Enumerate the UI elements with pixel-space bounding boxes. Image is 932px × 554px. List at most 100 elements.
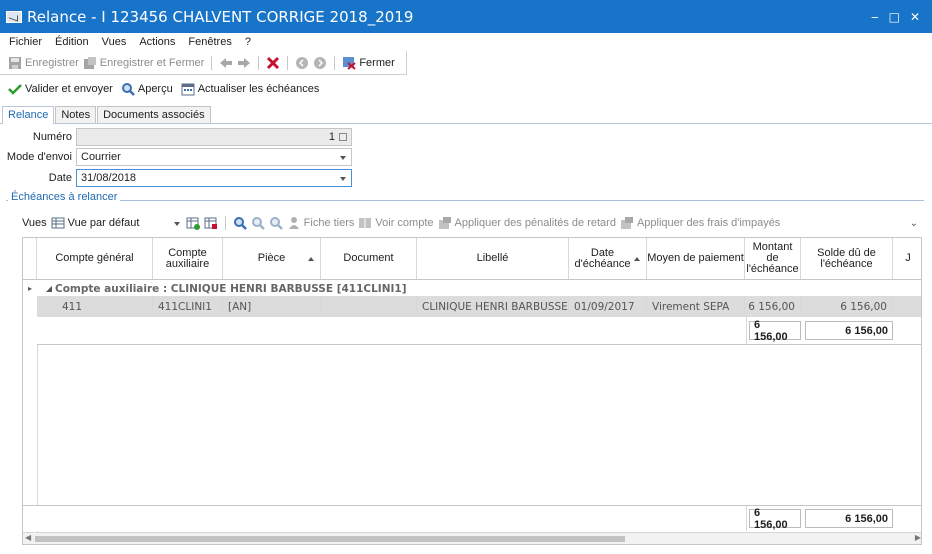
col-document[interactable]: Document xyxy=(321,238,417,279)
ledger-icon xyxy=(359,218,372,228)
validate-send-button[interactable]: Valider et envoyer xyxy=(8,82,113,96)
menu-fenetres[interactable]: Fenêtres xyxy=(188,36,231,48)
numero-label: Numéro xyxy=(32,131,72,143)
collapse-icon[interactable]: ◢ xyxy=(43,284,55,293)
date-label: Date xyxy=(48,172,72,184)
add-view-icon[interactable] xyxy=(186,216,200,230)
cell-compte: 411 xyxy=(37,296,153,317)
col-j[interactable]: J xyxy=(893,238,921,279)
maximize-button[interactable]: □ xyxy=(889,10,900,24)
date-row: Date 31/08/2018 xyxy=(0,168,352,188)
table-row[interactable]: 411 411CLINI1 [AN] CLINIQUE HENRI BARBUS… xyxy=(37,296,921,317)
cell-libelle: CLINIQUE HENRI BARBUSSE xyxy=(417,296,569,317)
calendar-icon xyxy=(181,83,195,96)
subtotal-montant: 6 156,00 xyxy=(749,319,801,343)
sort-ascending-icon xyxy=(308,257,314,261)
row-indicator-header xyxy=(23,238,37,279)
preview-button[interactable]: Aperçu xyxy=(121,82,173,96)
fiche-tiers-button[interactable]: Fiche tiers xyxy=(287,216,354,230)
tab-notes[interactable]: Notes xyxy=(55,106,97,123)
window-titlebar: Relance - I 123456 CHALVENT CORRIGE 2018… xyxy=(0,0,932,33)
grid-toolbar: Vues Vue par défaut Fiche tiers Voir com… xyxy=(22,213,932,233)
menu-vues[interactable]: Vues xyxy=(102,36,127,48)
horizontal-scrollbar[interactable]: ◀ ▶ xyxy=(23,532,921,544)
tab-bar: Relance Notes Documents associés xyxy=(0,106,932,124)
date-picker[interactable]: 31/08/2018 xyxy=(76,169,352,187)
col-date-echeance[interactable]: Date d'échéance xyxy=(569,238,647,279)
scrollbar-thumb[interactable] xyxy=(35,536,625,542)
save-close-icon xyxy=(83,56,96,69)
action-toolbar: Valider et envoyer Aperçu Actualiser les… xyxy=(0,77,932,101)
col-compte-general[interactable]: Compte général xyxy=(37,238,153,279)
group-title: Échéances à relancer xyxy=(8,191,121,203)
col-solde[interactable]: Solde dû de l'échéance xyxy=(801,238,893,279)
subtotal-solde: 6 156,00 xyxy=(805,321,893,340)
refresh-schedules-button[interactable]: Actualiser les échéances xyxy=(181,82,319,96)
total-row: 6 156,00 6 156,00 xyxy=(23,505,921,531)
cell-document xyxy=(321,296,417,317)
minimize-button[interactable]: ‒ xyxy=(871,10,879,24)
apply-fees-button[interactable]: Appliquer des frais d'impayés xyxy=(620,216,780,230)
cell-solde: 6 156,00 xyxy=(801,296,893,317)
numero-field: 1 xyxy=(76,128,352,146)
mode-label: Mode d'envoi xyxy=(6,151,72,163)
menu-edition[interactable]: Édition xyxy=(55,36,89,48)
col-compte-auxiliaire[interactable]: Compte auxiliaire xyxy=(153,238,223,279)
total-montant: 6 156,00 xyxy=(749,507,801,531)
voir-compte-button[interactable]: Voir compte xyxy=(358,216,434,230)
next-record-icon[interactable] xyxy=(313,56,327,70)
col-moyen-paiement[interactable]: Moyen de paiement xyxy=(647,238,745,279)
col-piece[interactable]: Pièce xyxy=(223,238,321,279)
mode-select[interactable]: Courrier xyxy=(76,148,352,166)
search-icon[interactable] xyxy=(233,216,247,230)
cell-montant: 6 156,00 xyxy=(745,296,801,317)
fees-icon xyxy=(620,217,633,229)
mode-row: Mode d'envoi Courrier xyxy=(0,147,352,167)
subtotal-row: 6 156,00 6 156,00 xyxy=(37,317,921,345)
expand-toolbar-icon[interactable]: ⌄ xyxy=(910,218,918,229)
cell-moyen: Virement SEPA xyxy=(647,296,745,317)
tab-documents[interactable]: Documents associés xyxy=(97,106,211,123)
total-solde: 6 156,00 xyxy=(805,509,893,528)
arrow-left-icon[interactable] xyxy=(219,56,233,70)
checkmark-icon xyxy=(8,84,22,95)
cell-piece: [AN] xyxy=(223,296,321,317)
save-button[interactable]: Enregistrer xyxy=(8,56,79,70)
menu-actions[interactable]: Actions xyxy=(139,36,175,48)
search-previous-icon[interactable] xyxy=(269,216,283,230)
sort-ascending-icon xyxy=(634,257,640,261)
group-row-label: Compte auxiliaire : CLINIQUE HENRI BARBU… xyxy=(55,282,407,295)
menu-fichier[interactable]: Fichier xyxy=(9,36,42,48)
cell-date: 01/09/2017 xyxy=(569,296,647,317)
menu-help[interactable]: ? xyxy=(245,36,251,48)
edit-view-icon[interactable] xyxy=(204,216,218,230)
arrow-right-icon[interactable] xyxy=(237,56,251,70)
menu-bar: Fichier Édition Vues Actions Fenêtres ? xyxy=(0,33,932,51)
chevron-down-icon xyxy=(173,222,180,226)
search-next-icon[interactable] xyxy=(251,216,265,230)
expand-arrow-icon: ▸ xyxy=(27,284,32,293)
window-title: Relance - I 123456 CHALVENT CORRIGE 2018… xyxy=(27,7,414,26)
previous-record-icon[interactable] xyxy=(295,56,309,70)
scroll-right-icon[interactable]: ▶ xyxy=(915,533,921,542)
floppy-icon xyxy=(9,56,21,69)
group-row[interactable]: ▸ ◢ Compte auxiliaire : CLINIQUE HENRI B… xyxy=(23,281,921,296)
apply-penalties-button[interactable]: Appliquer des pénalités de retard xyxy=(438,216,616,230)
tab-relance[interactable]: Relance xyxy=(2,106,55,124)
col-montant[interactable]: Montant de l'échéance xyxy=(745,238,801,279)
close-window-button[interactable]: ✕ xyxy=(910,10,920,24)
col-libelle[interactable]: Libellé xyxy=(417,238,569,279)
chevron-down-icon xyxy=(340,156,346,160)
magnifier-icon xyxy=(121,83,135,96)
close-form-button[interactable]: Fermer xyxy=(342,56,395,70)
person-icon xyxy=(288,217,299,229)
calculator-icon xyxy=(339,133,347,141)
view-select[interactable]: Vue par défaut xyxy=(51,216,182,230)
penalty-icon xyxy=(438,217,451,229)
grid-header: Compte général Compte auxiliaire Pièce D… xyxy=(23,238,921,280)
scroll-left-icon[interactable]: ◀ xyxy=(25,533,31,542)
delete-icon[interactable] xyxy=(266,56,280,70)
grid-view-icon xyxy=(51,217,65,229)
close-doc-icon xyxy=(343,56,356,70)
save-and-close-button[interactable]: Enregistrer et Fermer xyxy=(83,56,204,70)
